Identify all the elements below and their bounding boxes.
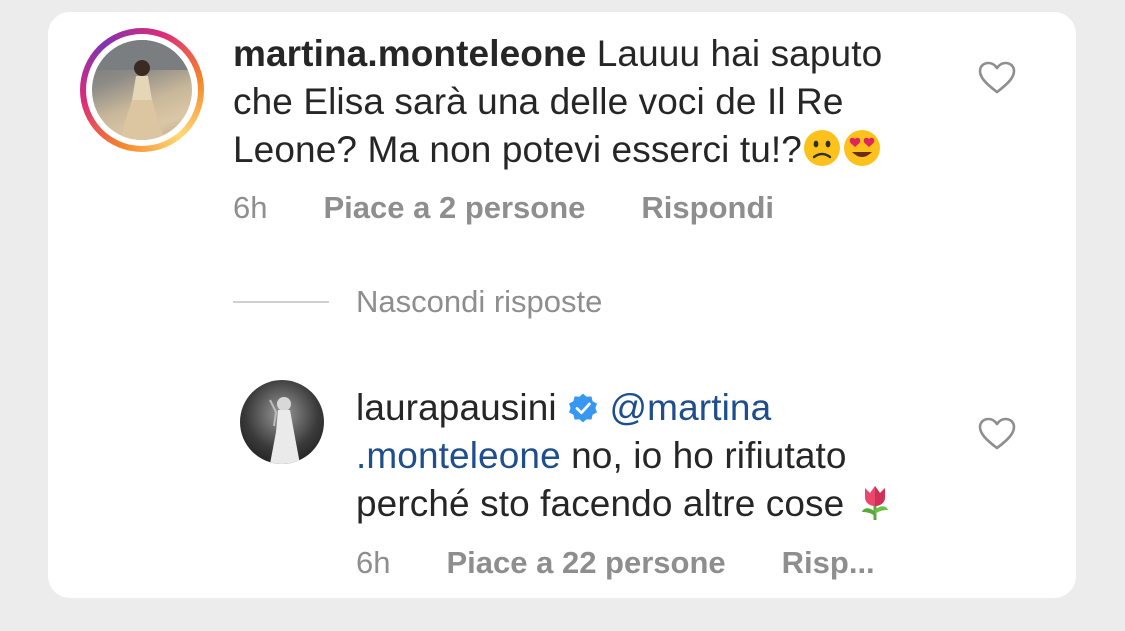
reply-text: laurapausini @martina .monteleone no, io…: [356, 384, 976, 528]
heart-eyes-emoji: [843, 130, 880, 166]
comment-text: martina.monteleone Lauuu hai saputo che …: [233, 33, 883, 170]
person-silhouette-icon: [269, 397, 300, 464]
heart-icon[interactable]: [977, 414, 1017, 454]
commenter-avatar[interactable]: [80, 28, 204, 152]
verified-badge-icon: [569, 393, 598, 423]
mention-link-continued[interactable]: .monteleone: [356, 435, 561, 476]
reply-reply-button[interactable]: Risp...: [782, 545, 875, 580]
tulip-emoji: [861, 486, 888, 520]
heart-icon[interactable]: [977, 58, 1017, 98]
person-silhouette-icon: [92, 40, 192, 140]
mention-link[interactable]: @martina: [610, 387, 772, 428]
hide-replies-button[interactable]: Nascondi risposte: [356, 284, 602, 320]
avatar-photo: [92, 40, 192, 140]
replies-divider: [233, 301, 329, 303]
confused-face-emoji: [803, 130, 840, 166]
comment-reply-button[interactable]: Rispondi: [641, 190, 774, 225]
reply-meta: 6h Piace a 22 persone Risp...: [356, 545, 875, 581]
comment-timestamp: 6h: [233, 190, 268, 225]
reply-timestamp: 6h: [356, 545, 391, 580]
comment-meta: 6h Piace a 2 persone Rispondi: [233, 190, 774, 226]
commenter-username[interactable]: martina.monteleone: [233, 33, 586, 74]
comment-likes-link[interactable]: Piace a 2 persone: [323, 190, 585, 225]
reply-avatar[interactable]: [240, 380, 324, 464]
reply-username[interactable]: laurapausini: [356, 387, 557, 428]
reply-likes-link[interactable]: Piace a 22 persone: [446, 545, 725, 580]
